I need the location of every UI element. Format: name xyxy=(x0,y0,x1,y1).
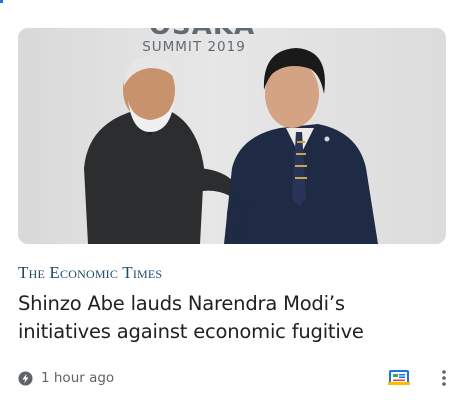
article-headline[interactable]: Shinzo Abe lauds Narendra Modi’s initiat… xyxy=(18,290,438,346)
news-card[interactable]: OSAKA SUMMIT 2019 xyxy=(0,0,458,406)
published-time: 1 hour ago xyxy=(41,370,115,386)
article-image[interactable]: OSAKA SUMMIT 2019 xyxy=(18,28,446,244)
article-meta: 1 hour ago xyxy=(18,368,114,388)
lightning-bolt-icon xyxy=(18,370,33,386)
person-right xyxy=(224,48,378,244)
backdrop-subheading: SUMMIT 2019 xyxy=(142,39,246,55)
article-photo: OSAKA SUMMIT 2019 xyxy=(84,28,378,244)
full-coverage-icon[interactable] xyxy=(388,369,410,386)
more-vert-icon[interactable] xyxy=(437,369,451,387)
publisher-name[interactable]: The Economic Times xyxy=(18,263,162,283)
person-left xyxy=(84,56,232,244)
focus-dot xyxy=(0,0,3,3)
